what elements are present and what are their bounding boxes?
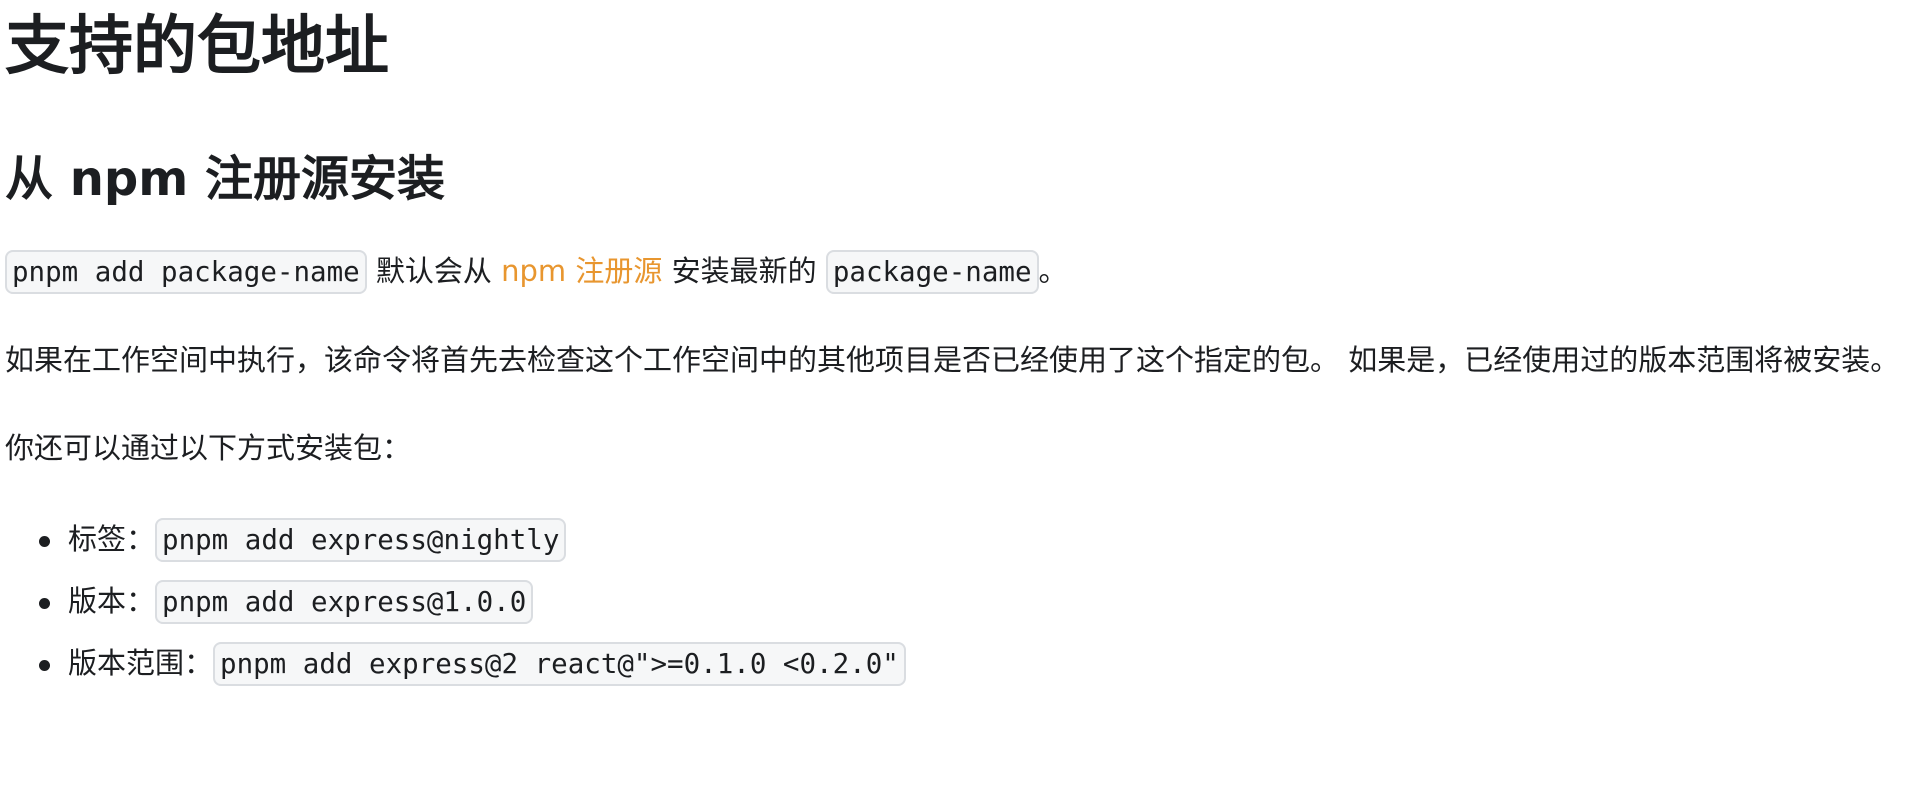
- bullet-icon: [39, 536, 50, 547]
- list-item-label: 版本：: [68, 584, 156, 618]
- list-item-label: 标签：: [68, 522, 156, 556]
- intro-text-after-link: 安装最新的: [662, 254, 826, 288]
- intro-end-punct: 。: [1038, 254, 1068, 288]
- inline-code-command: pnpm add express@nightly: [155, 518, 567, 562]
- lead-paragraph: 你还可以通过以下方式安装包：: [5, 431, 412, 465]
- list-item-version-range: 版本范围： pnpm add express@2 react@">=0.1.0 <…: [5, 633, 1915, 695]
- page-title: 支持的包地址: [5, 10, 389, 84]
- bullet-icon: [39, 598, 50, 609]
- section-heading: 从 npm 注册源安装: [5, 151, 445, 207]
- document-content: 支持的包地址 从 npm 注册源安装 pnpm add package-name…: [0, 0, 1915, 695]
- inline-code-command: pnpm add express@1.0.0: [155, 580, 534, 624]
- intro-paragraph: pnpm add package-name 默认会从 npm 注册源 安装最新的…: [5, 244, 1915, 299]
- intro-text-before-link: 默认会从: [366, 254, 502, 288]
- inline-code-package-name: package-name: [825, 250, 1039, 294]
- bullet-icon: [39, 660, 50, 671]
- inline-code-command: pnpm add express@2 react@">=0.1.0 <0.2.0…: [213, 642, 906, 686]
- npm-registry-link[interactable]: npm 注册源: [501, 254, 662, 288]
- workspace-note: 如果在工作空间中执行，该命令将首先去检查这个工作空间中的其他项目是否已经使用了这…: [5, 343, 1900, 377]
- list-item-tag: 标签： pnpm add express@nightly: [5, 509, 1915, 571]
- inline-code-command: pnpm add package-name: [5, 250, 367, 294]
- list-item-label: 版本范围：: [68, 646, 214, 680]
- list-item-version: 版本： pnpm add express@1.0.0: [5, 571, 1915, 633]
- install-variants-list: 标签： pnpm add express@nightly 版本： pnpm add …: [5, 509, 1915, 695]
